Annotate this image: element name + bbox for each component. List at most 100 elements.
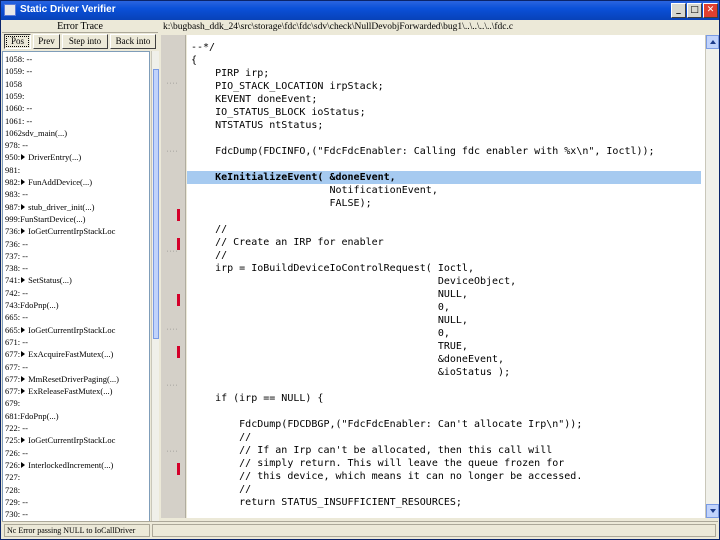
code-line[interactable]: --*/ (191, 41, 705, 54)
expand-arrow-icon[interactable] (21, 388, 26, 395)
trace-row[interactable]: 1061: -- (5, 115, 149, 127)
code-line[interactable]: TRUE, (191, 340, 705, 353)
trace-row[interactable]: 1058 (5, 78, 149, 90)
code-line[interactable]: FALSE); (191, 197, 705, 210)
trace-row[interactable]: 728: (5, 484, 149, 496)
code-line[interactable]: NULL, (191, 314, 705, 327)
expand-arrow-icon[interactable] (21, 326, 26, 333)
code-line[interactable]: &ioStatus ); (191, 366, 705, 379)
trace-list[interactable]: 1058: -- 1059: -- 1058 1059: 1060: -- 1061: -… (2, 51, 150, 537)
trace-row[interactable]: 730: -- (5, 508, 149, 520)
trace-row[interactable]: 743:FdoPnp(...) (5, 299, 149, 311)
close-button[interactable]: ✕ (703, 3, 718, 18)
trace-row[interactable]: 1059: (5, 90, 149, 102)
trace-row[interactable]: 978: -- (5, 139, 149, 151)
code-line[interactable]: // Create an IRP for enabler (191, 236, 705, 249)
trace-row[interactable]: 737: -- (5, 250, 149, 262)
back-into-button[interactable]: Back into (110, 34, 156, 49)
trace-scrollbar[interactable] (151, 51, 159, 537)
code-line[interactable] (191, 132, 705, 145)
trace-row[interactable]: 722: -- (5, 422, 149, 434)
expand-arrow-icon[interactable] (21, 277, 26, 284)
expand-arrow-icon[interactable] (21, 351, 26, 358)
trace-row[interactable]: 725: IoGetCurrentIrpStackLoc (5, 434, 149, 446)
minimize-button[interactable]: _ (671, 3, 686, 18)
code-line[interactable]: IO_STATUS_BLOCK ioStatus; (191, 106, 705, 119)
code-line[interactable]: irp = IoBuildDeviceIoControlRequest( Ioc… (191, 262, 705, 275)
code-line[interactable]: // (191, 483, 705, 496)
code-line[interactable]: 0, (191, 327, 705, 340)
prev-button[interactable]: Prev (33, 34, 60, 49)
highlighted-code-line[interactable]: KeInitializeEvent( &doneEvent, (187, 171, 701, 184)
trace-row[interactable]: 736: -- (5, 238, 149, 250)
code-line[interactable]: // this device, which means it can no lo… (191, 470, 705, 483)
trace-row[interactable]: 665: -- (5, 311, 149, 323)
trace-row[interactable]: 987: stub_driver_init(...) (5, 201, 149, 213)
expand-arrow-icon[interactable] (21, 461, 26, 468)
trace-row[interactable]: 729: -- (5, 496, 149, 508)
trace-row[interactable]: 1059: -- (5, 65, 149, 77)
trace-row[interactable]: 1060: -- (5, 102, 149, 114)
expand-arrow-icon[interactable] (21, 154, 26, 161)
code-line[interactable]: &doneEvent, (191, 353, 705, 366)
code-line[interactable]: if (irp == NULL) { (191, 392, 705, 405)
trace-row[interactable]: 727: (5, 471, 149, 483)
code-line[interactable]: DeviceObject, (191, 275, 705, 288)
code-line[interactable] (191, 158, 705, 171)
trace-row[interactable]: 982: FunAddDevice(...) (5, 176, 149, 188)
code-line[interactable]: PIRP irp; (191, 67, 705, 80)
expand-arrow-icon[interactable] (21, 228, 26, 235)
code-scrollbar[interactable] (705, 35, 719, 518)
scroll-down-arrow-icon[interactable] (706, 504, 719, 518)
maximize-button[interactable]: □ (687, 3, 702, 18)
code-line[interactable]: 0, (191, 301, 705, 314)
pos-button[interactable]: Pos (4, 34, 31, 49)
trace-row[interactable]: 726: InterlockedIncrement(...) (5, 459, 149, 471)
expand-arrow-icon[interactable] (21, 437, 26, 444)
code-line[interactable]: // (191, 249, 705, 262)
trace-row[interactable]: 677: ExReleaseFastMutex(...) (5, 385, 149, 397)
code-line[interactable]: // simply return. This will leave the qu… (191, 457, 705, 470)
code-line[interactable]: PIO_STACK_LOCATION irpStack; (191, 80, 705, 93)
code-line[interactable] (191, 405, 705, 418)
trace-row[interactable]: 736: IoGetCurrentIrpStackLoc (5, 225, 149, 237)
expand-arrow-icon[interactable] (21, 375, 26, 382)
trace-row[interactable]: 741: SetStatus(...) (5, 274, 149, 286)
trace-row[interactable]: 1058: -- (5, 53, 149, 65)
code-line[interactable]: return STATUS_INSUFFICIENT_RESOURCES; (191, 496, 705, 509)
step-into-button[interactable]: Step into (62, 34, 108, 49)
trace-row[interactable]: 999:FunStartDevice(...) (5, 213, 149, 225)
expand-arrow-icon[interactable] (21, 203, 26, 210)
trace-row[interactable]: 738: -- (5, 262, 149, 274)
code-line[interactable]: NTSTATUS ntStatus; (191, 119, 705, 132)
trace-row[interactable]: 677: ExAcquireFastMutex(...) (5, 348, 149, 360)
title-bar[interactable]: Static Driver Verifier _ □ ✕ (1, 1, 719, 20)
trace-row[interactable]: 677: -- (5, 361, 149, 373)
trace-row[interactable]: 681:FdoPnp(...) (5, 410, 149, 422)
expand-arrow-icon[interactable] (21, 179, 26, 185)
trace-scrollbar-thumb[interactable] (153, 69, 159, 339)
trace-row[interactable]: 677: MmResetDriverPaging(...) (5, 373, 149, 385)
trace-row[interactable]: 671: -- (5, 336, 149, 348)
source-code-view[interactable]: --*/{ PIRP irp; PIO_STACK_LOCATION irpSt… (187, 35, 705, 518)
trace-row[interactable]: 742: -- (5, 287, 149, 299)
scroll-up-arrow-icon[interactable] (706, 35, 719, 49)
trace-row[interactable]: 950: DriverEntry(...) (5, 151, 149, 163)
trace-row[interactable]: 981: (5, 164, 149, 176)
trace-row[interactable]: 726: -- (5, 447, 149, 459)
code-line[interactable]: { (191, 54, 705, 67)
code-line[interactable]: // (191, 431, 705, 444)
trace-row[interactable]: 1062sdv_main(...) (5, 127, 149, 139)
code-line[interactable]: FdcDump(FDCDBGP,("FdcFdcEnabler: Can't a… (191, 418, 705, 431)
code-line[interactable]: NotificationEvent, (191, 184, 705, 197)
trace-row[interactable]: 983: -- (5, 188, 149, 200)
trace-row[interactable]: 679: (5, 397, 149, 409)
code-line[interactable]: FdcDump(FDCINFO,("FdcFdcEnabler: Calling… (191, 145, 705, 158)
trace-row[interactable]: 665: IoGetCurrentIrpStackLoc (5, 324, 149, 336)
code-line[interactable] (191, 379, 705, 392)
code-line[interactable]: // (191, 223, 705, 236)
code-line[interactable] (191, 210, 705, 223)
code-line[interactable]: KEVENT doneEvent; (191, 93, 705, 106)
code-line[interactable]: NULL, (191, 288, 705, 301)
code-line[interactable]: // If an Irp can't be allocated, then th… (191, 444, 705, 457)
